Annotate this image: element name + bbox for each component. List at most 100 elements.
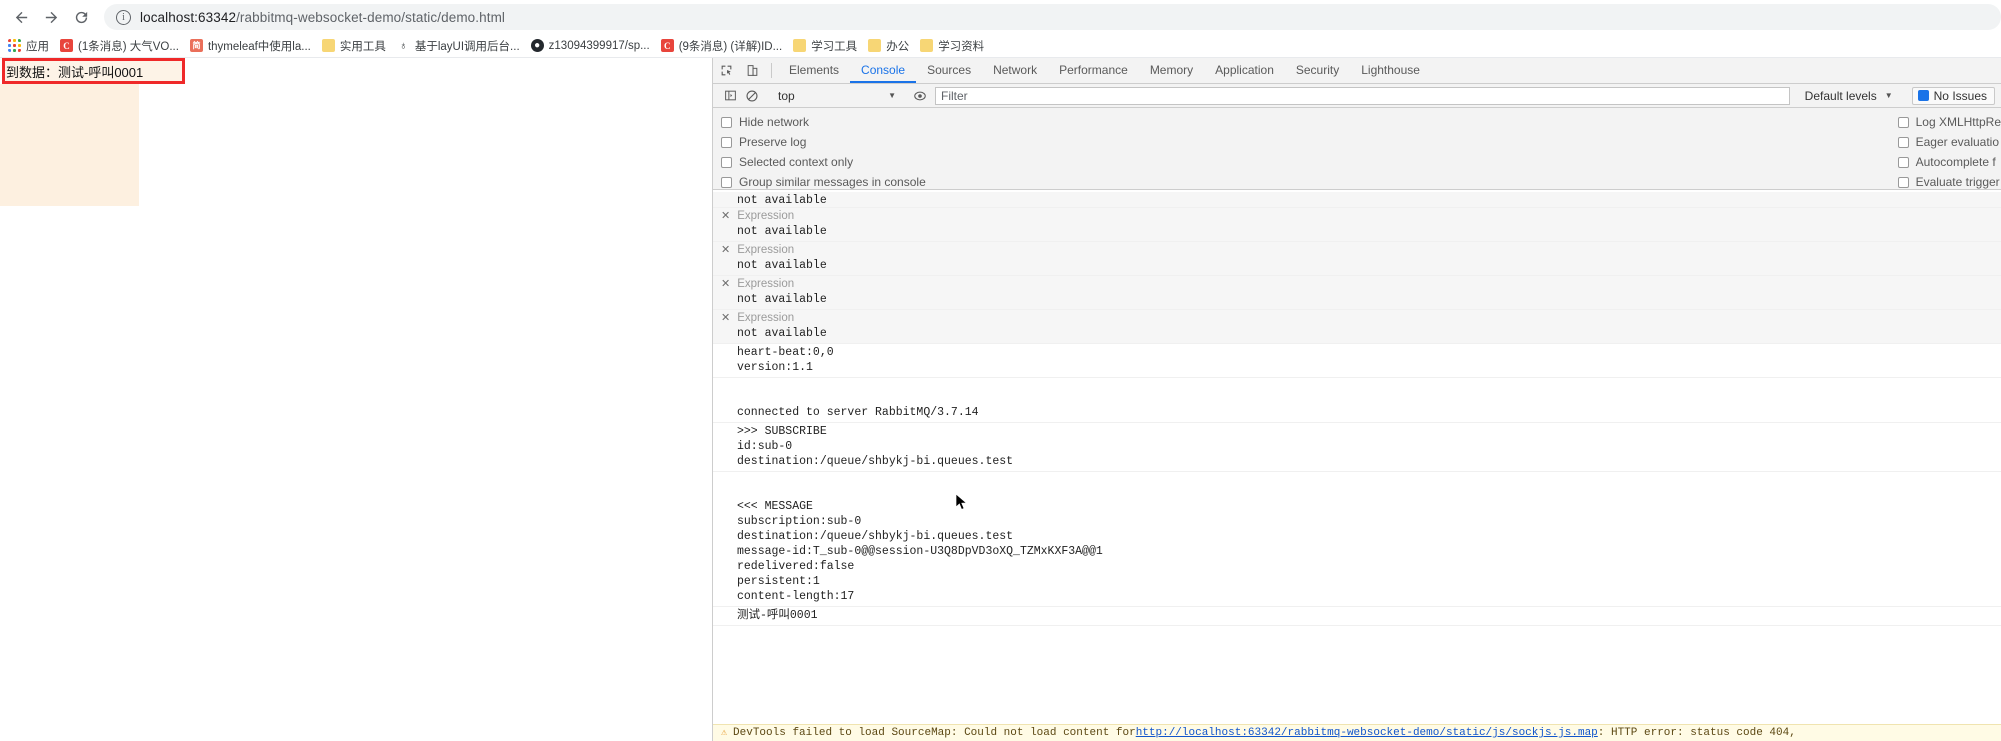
live-expression-button[interactable] [909, 86, 931, 106]
orange-panel [0, 84, 139, 206]
bookmark-item[interactable]: C (9条消息) (详解)ID... [657, 35, 790, 57]
clear-console-button[interactable] [741, 86, 763, 106]
bookmark-item[interactable]: 学习工具 [789, 35, 864, 57]
folder-icon [793, 39, 807, 52]
url-path: /rabbitmq-websocket-demo/static/demo.htm… [236, 9, 506, 25]
console-log-message[interactable]: <<< MESSAGE subscription:sub-0 destinati… [713, 498, 2001, 607]
console-settings-left: Hide network Preserve log Selected context… [721, 112, 926, 192]
tab-elements[interactable]: Elements [778, 58, 850, 83]
github-icon: ● [530, 39, 544, 52]
csdn-icon: C [660, 39, 674, 52]
checkbox-icon[interactable] [721, 156, 732, 168]
checkbox-icon[interactable] [1897, 156, 1909, 168]
issues-button[interactable]: No Issues [1911, 86, 1995, 105]
back-button[interactable] [6, 2, 36, 32]
bookmark-item[interactable]: ● z13094399917/sp... [527, 35, 657, 57]
warning-suffix: : HTTP error: status code 404, [1597, 727, 1796, 739]
tab-sources[interactable]: Sources [916, 58, 982, 83]
console-filter-placeholder: Filter [941, 88, 968, 103]
console-log-message[interactable]: connected to server RabbitMQ/3.7.14 [713, 404, 2001, 423]
tab-label: Network [993, 62, 1038, 77]
alert-text: 到数据：测试-呼叫0001 [6, 64, 144, 80]
console-setting-label: Log XMLHttpRe [1915, 115, 2001, 129]
bookmark-item[interactable]: 办公 [864, 35, 916, 57]
tab-security[interactable]: Security [1285, 58, 1350, 83]
console-setting-row[interactable]: Eager evaluatio [1897, 132, 2001, 152]
console-setting-row[interactable]: Evaluate trigger [1897, 172, 2001, 192]
console-setting-label: Autocomplete f [1915, 155, 1996, 169]
checkbox-icon[interactable] [1897, 176, 1909, 188]
address-bar[interactable]: i localhost:63342/rabbitmq-websocket-dem… [104, 4, 2001, 30]
back-arrow-icon [15, 11, 27, 23]
error-x-icon: ✕ [721, 210, 731, 222]
console-sidebar-button[interactable] [719, 86, 741, 106]
tab-lighthouse[interactable]: Lighthouse [1350, 58, 1431, 83]
console-filter-input[interactable]: Filter [935, 86, 1790, 105]
console-message-list[interactable]: not available ✕ Expression not available ✕ Ex… [713, 192, 2001, 724]
console-setting-row[interactable]: Group similar messages in console [721, 172, 926, 192]
bookmark-item[interactable]: ♁ 基于layUI调用后台... [393, 35, 527, 57]
tab-memory[interactable]: Memory [1139, 58, 1204, 83]
checkbox-icon[interactable] [721, 116, 732, 128]
csdn-icon: C [60, 39, 73, 52]
browser-toolbar: i localhost:63342/rabbitmq-websocket-dem… [0, 0, 2001, 34]
forward-button[interactable] [36, 2, 66, 32]
console-message-partial[interactable]: not available [713, 192, 2001, 208]
console-setting-row[interactable]: Hide network [721, 112, 926, 132]
bookmark-item[interactable]: 实用工具 [318, 35, 393, 57]
warning-sourcemap-link[interactable]: http://localhost:63342/rabbitmq-websocke… [1136, 727, 1598, 739]
console-error-head: ✕ Expression [713, 277, 2001, 292]
bookmark-item[interactable]: 简 thymeleaf中使用la... [186, 35, 318, 57]
log-levels-label: Default levels [1804, 88, 1877, 103]
console-setting-label: Group similar messages in console [739, 175, 926, 189]
error-x-icon: ✕ [721, 312, 731, 324]
tab-application[interactable]: Application [1204, 58, 1285, 83]
bookmark-label: z13094399917/sp... [548, 39, 650, 52]
console-log-message[interactable]: >>> SUBSCRIBE id:sub-0 destination:/queu… [713, 423, 2001, 472]
bookmark-label: 基于layUI调用后台... [414, 40, 520, 53]
bookmark-label: 办公 [886, 40, 910, 53]
console-toolbar: top ▼ Filter Default levels ▼ No Issues [713, 84, 2001, 108]
bookmark-item[interactable]: 学习资料 [916, 35, 991, 57]
console-log-message[interactable]: heart-beat:0,0 version:1.1 [713, 344, 2001, 378]
bookmarks-bar: 应用 C (1条消息) 大气VO... 简 thymeleaf中使用la... 实用工具 ♁… [0, 34, 2001, 58]
console-setting-row[interactable]: Preserve log [721, 132, 926, 152]
tab-label: Sources [927, 62, 972, 77]
bookmark-item[interactable]: 应用 [4, 35, 56, 57]
console-error-message[interactable]: ✕ Expression not available [713, 276, 2001, 310]
console-error-message[interactable]: ✕ Expression not available [713, 242, 2001, 276]
tab-console[interactable]: Console [850, 58, 917, 83]
console-spacer [713, 378, 2001, 404]
reload-icon [75, 11, 87, 23]
inspect-element-icon[interactable] [713, 58, 739, 83]
console-setting-row[interactable]: Log XMLHttpRe [1897, 112, 2001, 132]
folder-icon [920, 39, 934, 52]
issues-icon [1917, 90, 1929, 101]
toggle-device-toolbar-icon[interactable] [739, 58, 765, 83]
tab-label: Elements [789, 62, 840, 77]
checkbox-icon[interactable] [721, 176, 732, 188]
devtools-tab-list: Elements Console Sources Network Performance… [778, 58, 1431, 83]
console-error-message[interactable]: ✕ Expression not available [713, 208, 2001, 242]
console-error-head: ✕ Expression [713, 311, 2001, 326]
console-log-message[interactable]: 测试-呼叫0001 [713, 607, 2001, 626]
devtools-tabbar: Elements Console Sources Network Performance… [713, 58, 2001, 84]
site-info-icon[interactable]: i [116, 9, 131, 25]
checkbox-icon[interactable] [1897, 116, 1909, 128]
console-settings-right: Log XMLHttpRe Eager evaluatio Autocomplete… [1897, 112, 2001, 192]
console-error-body: not available [737, 259, 827, 272]
reload-button[interactable] [66, 2, 96, 32]
tab-label: Security [1295, 62, 1340, 77]
bookmark-item[interactable]: C (1条消息) 大气VO... [56, 35, 186, 57]
execution-context-select[interactable]: top ▼ [772, 89, 900, 103]
log-levels-select[interactable]: Default levels ▼ [1799, 89, 1899, 103]
tab-performance[interactable]: Performance [1048, 58, 1139, 83]
console-setting-row[interactable]: Autocomplete f [1897, 152, 2001, 172]
console-setting-row[interactable]: Selected context only [721, 152, 926, 172]
chevron-down-icon: ▼ [888, 91, 896, 100]
tab-network[interactable]: Network [982, 58, 1048, 83]
checkbox-icon[interactable] [721, 136, 732, 148]
console-error-message[interactable]: ✕ Expression not available [713, 310, 2001, 344]
checkbox-icon[interactable] [1897, 136, 1909, 148]
folder-icon [868, 39, 882, 52]
